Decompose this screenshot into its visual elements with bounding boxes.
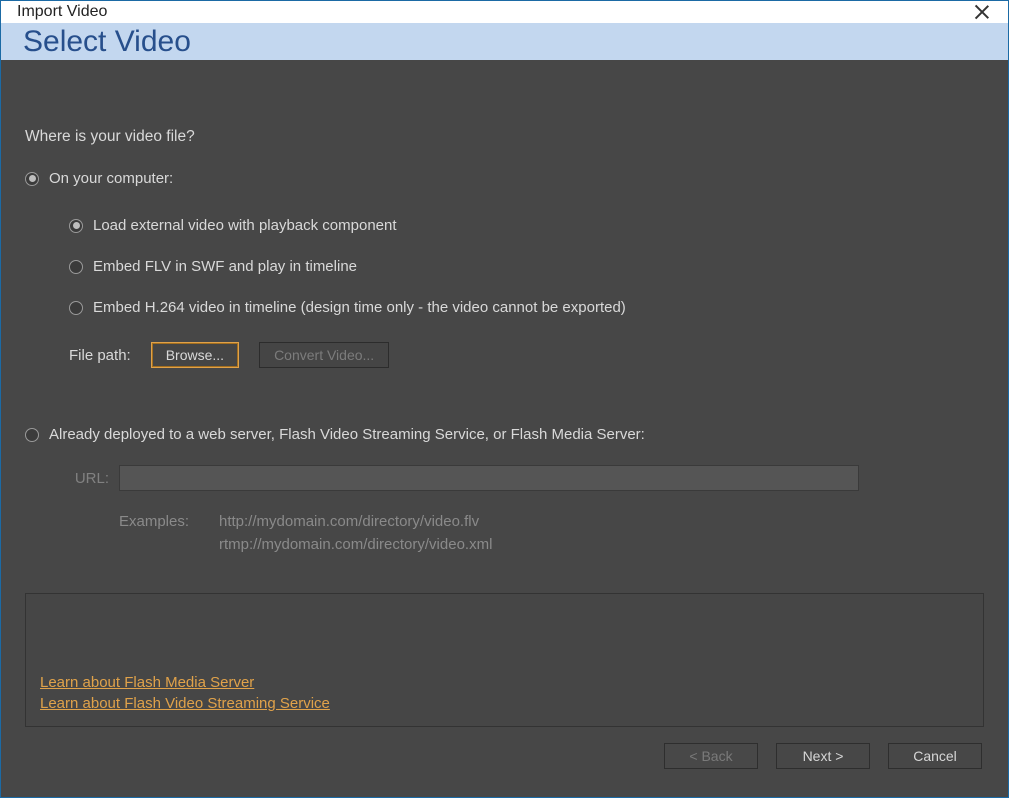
radio-load-external[interactable]: Load external video with playback compon…: [69, 215, 984, 236]
example-url-1: http://mydomain.com/directory/video.flv: [219, 513, 492, 530]
link-flash-video-streaming-service[interactable]: Learn about Flash Video Streaming Servic…: [40, 695, 330, 712]
example-url-2: rtmp://mydomain.com/directory/video.xml: [219, 536, 492, 553]
import-video-dialog: Import Video Select Video Where is your …: [0, 0, 1009, 798]
file-path-row: File path: Browse... Convert Video...: [69, 342, 984, 368]
radio-embed-h264[interactable]: Embed H.264 video in timeline (design ti…: [69, 297, 984, 318]
close-icon[interactable]: [972, 2, 992, 22]
page-title: Select Video: [23, 25, 191, 59]
url-input[interactable]: [119, 465, 859, 491]
radio-embed-flv[interactable]: Embed FLV in SWF and play in timeline: [69, 256, 984, 277]
examples-list: http://mydomain.com/directory/video.flv …: [219, 513, 492, 553]
url-row: URL:: [69, 465, 984, 491]
examples-label: Examples:: [119, 513, 201, 553]
radio-icon: [25, 172, 39, 186]
file-path-label: File path:: [69, 347, 131, 364]
radio-already-deployed-label: Already deployed to a web server, Flash …: [49, 424, 645, 445]
back-button: < Back: [664, 743, 758, 769]
dialog-footer: < Back Next > Cancel: [25, 727, 984, 773]
radio-embed-flv-label: Embed FLV in SWF and play in timeline: [93, 256, 357, 277]
next-button[interactable]: Next >: [776, 743, 870, 769]
info-box: Learn about Flash Media Server Learn abo…: [25, 593, 984, 727]
radio-icon: [25, 428, 39, 442]
url-block: URL: Examples: http://mydomain.com/direc…: [69, 465, 984, 553]
radio-icon: [69, 260, 83, 274]
prompt-text: Where is your video file?: [25, 128, 984, 146]
url-label: URL:: [69, 470, 109, 487]
examples-row: Examples: http://mydomain.com/directory/…: [69, 513, 984, 553]
link-flash-media-server[interactable]: Learn about Flash Media Server: [40, 674, 254, 691]
browse-button[interactable]: Browse...: [151, 342, 239, 368]
subheader: Select Video: [1, 23, 1008, 60]
radio-on-computer-label: On your computer:: [49, 168, 173, 189]
radio-load-external-label: Load external video with playback compon…: [93, 215, 397, 236]
titlebar: Import Video: [1, 1, 1008, 23]
dialog-body: Where is your video file? On your comput…: [1, 60, 1008, 797]
radio-icon: [69, 219, 83, 233]
radio-embed-h264-label: Embed H.264 video in timeline (design ti…: [93, 297, 626, 318]
window-title: Import Video: [17, 3, 107, 21]
radio-already-deployed[interactable]: Already deployed to a web server, Flash …: [25, 424, 984, 445]
radio-on-computer[interactable]: On your computer:: [25, 168, 984, 189]
cancel-button[interactable]: Cancel: [888, 743, 982, 769]
convert-video-button: Convert Video...: [259, 342, 389, 368]
radio-icon: [69, 301, 83, 315]
on-computer-suboptions: Load external video with playback compon…: [69, 215, 984, 338]
